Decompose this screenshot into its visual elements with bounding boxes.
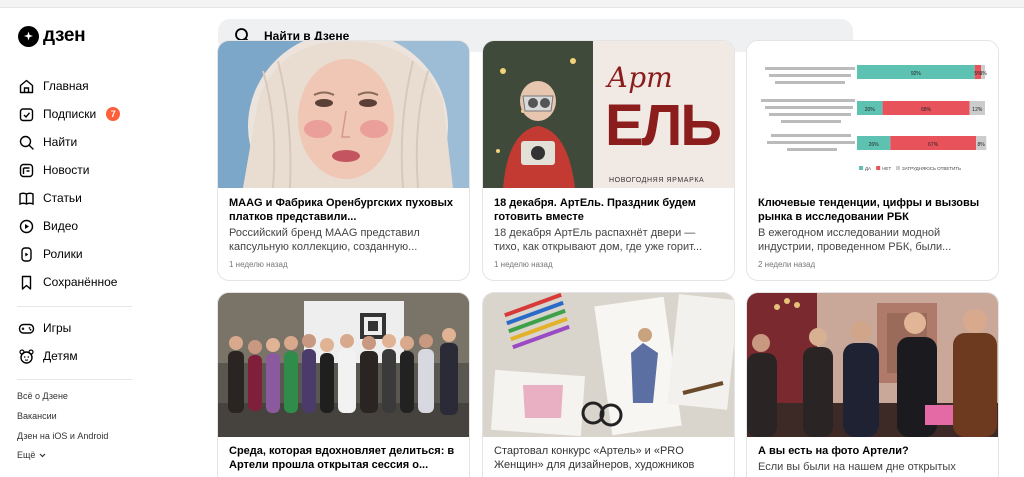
- feed-card[interactable]: MAAG и Фабрика Оренбургских пуховых плат…: [217, 40, 470, 281]
- card-description: В ежегодном исследовании модной индустри…: [758, 227, 952, 253]
- card-image-portrait: [218, 41, 469, 188]
- gamepad-icon: [18, 323, 35, 334]
- search-icon: [19, 135, 34, 150]
- sidebar-item-home[interactable]: Главная: [18, 74, 89, 98]
- card-description: Российский бренд MAAG представил капсуль…: [229, 227, 420, 253]
- legend-swatch: [859, 166, 863, 170]
- sidebar-item-label: Сохранённое: [43, 275, 118, 289]
- poster-word-art: Арт: [607, 61, 673, 94]
- card-title[interactable]: 18 декабря. АртЕль. Праздник будем готов…: [494, 196, 724, 224]
- news-icon: [19, 163, 34, 177]
- card-title[interactable]: А вы есть на фото Артели?: [758, 444, 988, 458]
- sidebar-item-label: Найти: [43, 135, 78, 149]
- footer-link-vacancies[interactable]: Вакансии: [17, 411, 57, 421]
- card-body: Стартовал конкурс «Артель» и «PRO Женщин…: [494, 444, 724, 472]
- legend-swatch: [876, 166, 881, 170]
- feed-card[interactable]: Среда, которая вдохновляет делиться: в А…: [217, 292, 470, 477]
- legend-swatch: [896, 166, 900, 170]
- legend-label: НЕТ: [882, 166, 891, 171]
- feed-card[interactable]: А вы есть на фото Артели? Если вы были н…: [746, 292, 999, 477]
- home-icon: [19, 79, 34, 93]
- sidebar-item-label: Ролики: [43, 247, 83, 261]
- sidebar-item-label: Главная: [43, 79, 89, 93]
- sidebar-item-kids[interactable]: Детям: [18, 344, 78, 368]
- legend-label: ЗАТРУДНЯЮСЬ ОТВЕТИТЬ: [902, 166, 961, 171]
- card-image-artel-poster: Арт ЕЛЬ НОВОГОДНЯЯ ЯРМАРКА: [483, 41, 734, 188]
- logo-text: дзен: [43, 25, 86, 46]
- sidebar-item-label: Новости: [43, 163, 90, 177]
- survey-bar-label: 67%: [928, 142, 939, 148]
- chevron-down-icon: [39, 453, 46, 457]
- card-timestamp: 1 неделю назад: [229, 260, 288, 269]
- card-timestamp: 2 недели назад: [758, 260, 816, 269]
- sidebar-item-saved[interactable]: Сохранённое: [18, 270, 117, 294]
- survey-bar-label: 12%: [972, 107, 983, 113]
- poster-caption: НОВОГОДНЯЯ ЯРМАРКА: [609, 177, 705, 184]
- legend-label: ДА: [865, 166, 871, 171]
- sidebar-item-label: Игры: [43, 321, 72, 335]
- sidebar-item-shorts[interactable]: Ролики: [18, 242, 83, 266]
- feed-card[interactable]: 92% 5% 3% 20% 68% 12% 26% 67% 8% ДА НЕТ ЗАТРУДНЯЮСЬ…: [746, 40, 999, 281]
- card-image-event-photo: [747, 293, 998, 437]
- card-body: MAAG и Фабрика Оренбургских пуховых плат…: [229, 196, 459, 269]
- card-image-group-photo: [218, 293, 469, 437]
- dzen-logo[interactable]: дзен: [18, 25, 86, 47]
- browser-top-strip: [0, 0, 1024, 8]
- feed-card[interactable]: Арт ЕЛЬ НОВОГОДНЯЯ ЯРМАРКА 18 декабря. А…: [482, 40, 735, 281]
- survey-bar-label: 26%: [869, 142, 880, 148]
- sidebar-item-subscriptions[interactable]: Подписки 7: [18, 102, 121, 126]
- card-body: 18 декабря. АртЕль. Праздник будем готов…: [494, 196, 724, 269]
- footer-more-button[interactable]: Ещё: [17, 450, 47, 460]
- card-image-design-table: [483, 293, 734, 437]
- feed-card[interactable]: Стартовал конкурс «Артель» и «PRO Женщин…: [482, 292, 735, 477]
- bookmark-icon: [21, 275, 32, 290]
- card-body: А вы есть на фото Артели? Если вы были н…: [758, 444, 988, 474]
- card-title[interactable]: MAAG и Фабрика Оренбургских пуховых плат…: [229, 196, 459, 224]
- sidebar-divider: [17, 306, 132, 307]
- sidebar-item-find[interactable]: Найти: [18, 130, 77, 154]
- kids-icon: [19, 348, 34, 364]
- survey-bar-label: 92%: [911, 71, 922, 77]
- subscriptions-badge: 7: [106, 107, 121, 121]
- card-timestamp: 1 неделю назад: [494, 260, 553, 269]
- sidebar-item-label: Детям: [43, 349, 78, 363]
- dzen-logo-icon: [18, 25, 39, 47]
- card-image-survey-chart: 92% 5% 3% 20% 68% 12% 26% 67% 8% ДА НЕТ ЗАТРУДНЯЮСЬ…: [747, 41, 998, 188]
- footer-more-label: Ещё: [17, 450, 36, 460]
- sidebar-item-label: Видео: [43, 219, 79, 233]
- sidebar: Главная Подписки 7 Найти Новости Статьи …: [0, 62, 150, 477]
- sidebar-divider: [17, 379, 132, 380]
- card-description: 18 декабря АртЕль распахнёт двери — тихо…: [494, 227, 703, 253]
- card-description: Если вы были на нашем дне открытых: [758, 461, 956, 473]
- card-title[interactable]: Ключевые тенденции, цифры и вызовы рынка…: [758, 196, 988, 224]
- sidebar-item-label: Статьи: [43, 191, 82, 205]
- card-title[interactable]: Среда, которая вдохновляет делиться: в А…: [229, 444, 459, 472]
- card-body: Ключевые тенденции, цифры и вызовы рынка…: [758, 196, 988, 269]
- video-icon: [19, 219, 34, 233]
- footer-link-about[interactable]: Всё о Дзене: [17, 391, 68, 401]
- card-body: Среда, которая вдохновляет делиться: в А…: [229, 444, 459, 472]
- survey-bar-label: 8%: [978, 142, 986, 148]
- sidebar-item-video[interactable]: Видео: [18, 214, 78, 238]
- sidebar-item-articles[interactable]: Статьи: [18, 186, 82, 210]
- poster-word-el: ЕЛЬ: [605, 93, 722, 158]
- sidebar-item-label: Подписки: [43, 107, 97, 121]
- survey-bar-label: 3%: [979, 71, 987, 77]
- survey-bar-label: 68%: [921, 107, 932, 113]
- survey-bar-label: 20%: [865, 107, 876, 113]
- footer-link-apps[interactable]: Дзен на iOS и Android: [17, 431, 108, 441]
- sidebar-item-games[interactable]: Игры: [18, 316, 71, 340]
- subscriptions-icon: [19, 107, 34, 121]
- shorts-icon: [21, 246, 32, 262]
- card-title[interactable]: Стартовал конкурс «Артель» и «PRO Женщин…: [494, 444, 724, 472]
- articles-icon: [19, 192, 34, 205]
- sidebar-item-news[interactable]: Новости: [18, 158, 89, 182]
